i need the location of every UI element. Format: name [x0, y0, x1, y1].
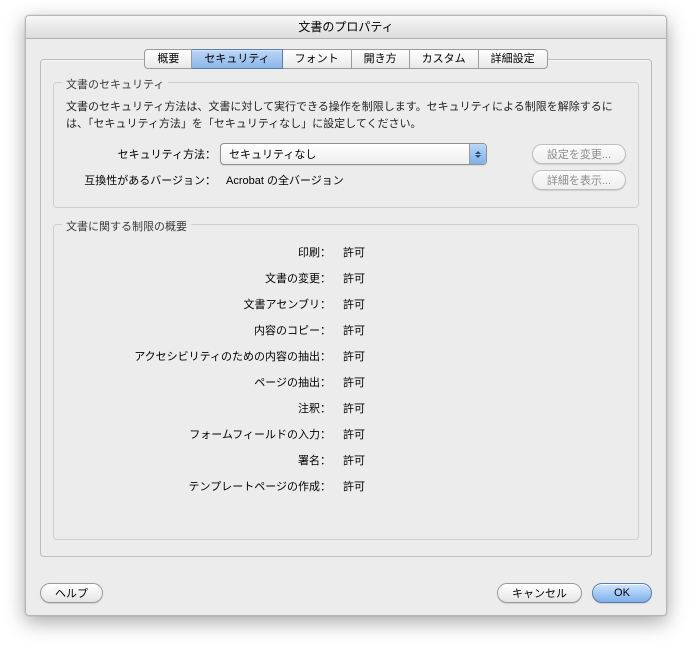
- show-details-button[interactable]: 詳細を表示...: [532, 170, 626, 190]
- button-label: 詳細を表示...: [547, 175, 611, 187]
- help-button[interactable]: ヘルプ: [40, 583, 103, 603]
- security-description: 文書のセキュリティ方法は、文書に対して実行できる操作を制限します。セキュリティに…: [66, 99, 626, 133]
- tab-label: フォント: [295, 53, 339, 65]
- tab-label: 詳細設定: [491, 53, 535, 65]
- restriction-value: 許可: [335, 322, 365, 338]
- dialog-window: 文書のプロパティ 概要 セキュリティ フォント 開き方 カスタム 詳細設定 文書…: [25, 15, 667, 616]
- restriction-label: テンプレートページの作成：: [66, 478, 335, 494]
- tab-security[interactable]: セキュリティ: [192, 49, 282, 69]
- button-label: OK: [614, 587, 630, 599]
- restriction-label: 文書の変更：: [66, 270, 335, 286]
- window-title: 文書のプロパティ: [298, 20, 393, 34]
- button-label: 設定を変更...: [547, 149, 611, 161]
- titlebar: 文書のプロパティ: [26, 16, 666, 39]
- restriction-value: 許可: [335, 426, 365, 442]
- change-settings-button[interactable]: 設定を変更...: [532, 144, 626, 164]
- tab-advanced[interactable]: 詳細設定: [479, 49, 548, 69]
- group-title: 文書のセキュリティ: [62, 76, 168, 92]
- tab-custom[interactable]: カスタム: [410, 49, 479, 69]
- restriction-label: 文書アセンブリ：: [66, 296, 335, 312]
- panel: 文書のセキュリティ 文書のセキュリティ方法は、文書に対して実行できる操作を制限し…: [40, 59, 652, 557]
- restriction-label: 内容のコピー：: [66, 322, 335, 338]
- security-method-label: セキュリティ方法：: [66, 146, 220, 162]
- tab-label: 概要: [157, 53, 179, 65]
- restriction-value: 許可: [335, 400, 365, 416]
- restriction-label: アクセシビリティのための内容の抽出：: [66, 348, 335, 364]
- ok-button[interactable]: OK: [592, 583, 652, 603]
- dialog-footer: ヘルプ キャンセル OK: [26, 571, 666, 615]
- tab-label: セキュリティ: [204, 53, 269, 65]
- security-method-value: セキュリティなし: [221, 146, 469, 162]
- restriction-value: 許可: [335, 348, 365, 364]
- restriction-value: 許可: [335, 374, 365, 390]
- restriction-label: 注釈：: [66, 400, 335, 416]
- cancel-button[interactable]: キャンセル: [497, 583, 582, 603]
- button-label: キャンセル: [512, 588, 567, 600]
- tab-fonts[interactable]: フォント: [283, 49, 352, 69]
- restriction-label: 印刷：: [66, 244, 335, 260]
- restriction-label: フォームフィールドの入力：: [66, 426, 335, 442]
- group-restrictions-summary: 文書に関する制限の概要 印刷：許可 文書の変更：許可 文書アセンブリ：許可 内容…: [53, 224, 639, 540]
- restriction-value: 許可: [335, 270, 365, 286]
- button-label: ヘルプ: [55, 588, 88, 600]
- dropdown-icon: [469, 144, 486, 164]
- tab-label: カスタム: [422, 53, 466, 65]
- tab-initial-view[interactable]: 開き方: [352, 49, 410, 69]
- restriction-value: 許可: [335, 296, 365, 312]
- restriction-label: 署名：: [66, 452, 335, 468]
- tabs: 概要 セキュリティ フォント 開き方 カスタム 詳細設定: [40, 49, 652, 69]
- content-area: 概要 セキュリティ フォント 開き方 カスタム 詳細設定 文書のセキュリティ 文…: [26, 39, 666, 571]
- restriction-value: 許可: [335, 478, 365, 494]
- security-method-select[interactable]: セキュリティなし: [220, 143, 487, 165]
- tab-label: 開き方: [364, 53, 397, 65]
- tab-description[interactable]: 概要: [144, 49, 192, 69]
- restriction-label: ページの抽出：: [66, 374, 335, 390]
- group-title: 文書に関する制限の概要: [62, 218, 191, 234]
- restriction-value: 許可: [335, 452, 365, 468]
- compat-label: 互換性があるバージョン：: [66, 172, 220, 188]
- restriction-value: 許可: [335, 244, 365, 260]
- group-document-security: 文書のセキュリティ 文書のセキュリティ方法は、文書に対して実行できる操作を制限し…: [53, 82, 639, 208]
- compat-value: Acrobat の全バージョン: [220, 172, 344, 188]
